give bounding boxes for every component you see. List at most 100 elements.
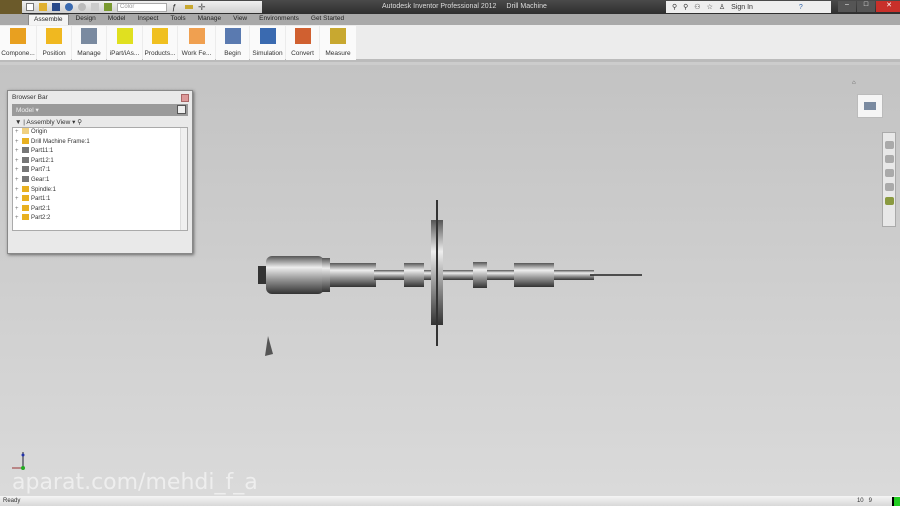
save-icon[interactable] — [52, 3, 60, 11]
tab-design[interactable]: Design — [71, 14, 101, 25]
tree-item[interactable]: + Drill Machine Frame:1 — [13, 137, 187, 148]
tree-item[interactable]: + Part12:1 — [13, 156, 187, 167]
tab-tools[interactable]: Tools — [165, 14, 190, 25]
look-at-icon[interactable] — [884, 197, 894, 205]
gear-left — [404, 263, 424, 287]
view-cube[interactable] — [857, 94, 883, 118]
close-button[interactable]: ✕ — [876, 1, 900, 12]
bearing — [514, 263, 554, 287]
communication-icon[interactable]: ⚇ — [694, 3, 700, 11]
assembly-view-dropdown[interactable]: Assembly View — [26, 119, 70, 126]
select-icon[interactable] — [91, 3, 99, 11]
undo-icon[interactable] — [65, 3, 73, 11]
expand-icon[interactable]: + — [15, 147, 22, 157]
manage-button[interactable]: Manage — [72, 26, 106, 60]
help-icon[interactable]: ? — [799, 4, 803, 11]
steering-wheel-icon[interactable] — [884, 141, 894, 149]
tab-model[interactable]: Model — [103, 14, 131, 25]
tree-item[interactable]: + Origin — [13, 128, 187, 138]
productivity-button[interactable]: Products... — [143, 26, 177, 60]
expand-icon[interactable]: + — [15, 214, 22, 224]
tree-item[interactable]: + Part7:1 — [13, 166, 187, 176]
tree-item-label: Part11:1 — [31, 148, 54, 155]
tab-manage[interactable]: Manage — [193, 14, 227, 25]
tab-get-started[interactable]: Get Started — [306, 14, 349, 25]
search-icon[interactable]: ⚲ — [683, 3, 688, 11]
tree-item[interactable]: + Part2:2 — [13, 214, 187, 224]
ipart-button[interactable]: iPart/iAs... — [107, 26, 142, 60]
help-toolbar: ⚲ ⚲ ⚇ ☆ ♙ Sign In ? — [666, 1, 831, 13]
maximize-button[interactable]: □ — [857, 1, 875, 12]
pan-icon[interactable] — [884, 155, 894, 163]
tree-item[interactable]: + Spindle:1 — [13, 185, 187, 196]
tab-view[interactable]: View — [228, 14, 252, 25]
tree-scrollbar[interactable] — [180, 128, 187, 230]
fx-icon[interactable]: ƒ — [172, 3, 180, 12]
new-icon[interactable] — [26, 3, 34, 11]
tab-inspect[interactable]: Inspect — [133, 14, 164, 25]
model-dropdown[interactable]: Model ▾ — [12, 104, 188, 116]
zoom-icon[interactable] — [884, 169, 894, 177]
browser-bar-panel[interactable]: Browser Bar Model ▾ ▼ | Assembly View ▾ … — [7, 90, 193, 254]
browser-close-button[interactable] — [181, 94, 189, 102]
move-icon[interactable]: ✛ — [198, 3, 206, 12]
measure-quick-icon[interactable] — [185, 5, 193, 9]
begin-button[interactable]: Begin — [216, 26, 249, 60]
home-view-icon[interactable]: ⌂ — [852, 80, 856, 86]
status-text: Ready — [3, 498, 21, 504]
star-icon[interactable]: ☆ — [707, 3, 713, 11]
expand-icon[interactable]: + — [15, 205, 22, 215]
part-icon — [22, 156, 29, 163]
expand-icon[interactable]: + — [15, 166, 22, 176]
browser-tree: + Origin + Drill Machine Frame:1 + Part11:1 + P… — [12, 127, 188, 231]
tree-item-label: Gear:1 — [31, 176, 50, 183]
user-icon[interactable]: ♙ — [719, 3, 725, 11]
document-name: Drill Machine — [506, 3, 547, 10]
orbit-icon[interactable] — [884, 183, 894, 191]
place-component-button[interactable]: Compone... — [0, 26, 36, 60]
tab-environments[interactable]: Environments — [254, 14, 304, 25]
measure-icon — [330, 28, 346, 44]
position-button[interactable]: Position — [37, 26, 71, 60]
expand-icon[interactable]: + — [15, 138, 22, 148]
expand-icon[interactable]: + — [15, 195, 22, 205]
measure-button[interactable]: Measure — [320, 26, 356, 60]
filter-icon[interactable]: ▼ — [15, 119, 21, 126]
tree-item-label: Drill Machine Frame:1 — [31, 138, 90, 145]
ribbon-button-label: Compone... — [1, 50, 35, 57]
ribbon-tabs: Assemble Design Model Inspect Tools Manage Vie… — [0, 14, 900, 25]
binoculars-icon[interactable]: ⚲ — [672, 3, 677, 11]
color-select[interactable]: Color — [117, 2, 167, 12]
simulation-icon — [259, 28, 276, 44]
sign-in-link[interactable]: Sign In — [731, 4, 753, 11]
expand-icon[interactable]: + — [15, 157, 22, 167]
title-bar: Color ƒ ✛ Autodesk Inventor Professional… — [0, 0, 900, 14]
open-icon[interactable] — [39, 3, 47, 11]
update-icon[interactable] — [104, 3, 112, 11]
part-icon — [22, 175, 29, 182]
find-icon[interactable]: ⚲ — [77, 119, 82, 126]
app-name: Autodesk Inventor Professional 2012 — [382, 3, 497, 10]
tree-item[interactable]: + Part1:1 — [13, 195, 187, 205]
expand-icon[interactable]: + — [15, 176, 22, 186]
tree-item[interactable]: + Gear:1 — [13, 175, 187, 186]
view-cube-face[interactable] — [864, 102, 876, 110]
convert-button[interactable]: Convert — [286, 26, 319, 60]
tree-item[interactable]: + Part11:1 — [13, 147, 187, 157]
window-title: Autodesk Inventor Professional 2012 Drill… — [382, 3, 557, 10]
expand-icon[interactable]: + — [15, 186, 22, 196]
help-icon[interactable] — [177, 105, 186, 114]
tab-assemble[interactable]: Assemble — [28, 14, 69, 25]
redo-icon[interactable] — [78, 3, 86, 11]
simulation-button[interactable]: Simulation — [250, 26, 285, 60]
minimize-button[interactable]: – — [838, 1, 856, 12]
ribbon-button-label: Simulation — [252, 50, 283, 57]
watermark: aparat.com/mehdi_f_a — [12, 470, 258, 495]
expand-icon[interactable]: + — [15, 128, 22, 138]
status-bar: Ready 10 9 — [0, 496, 900, 506]
tree-item-label: Part2:2 — [31, 215, 51, 222]
ribbon-button-label: Convert — [291, 50, 314, 57]
work-features-button[interactable]: Work Fe... — [178, 26, 215, 60]
application-menu-button[interactable] — [0, 0, 22, 14]
tree-item[interactable]: + Part2:1 — [13, 204, 187, 215]
